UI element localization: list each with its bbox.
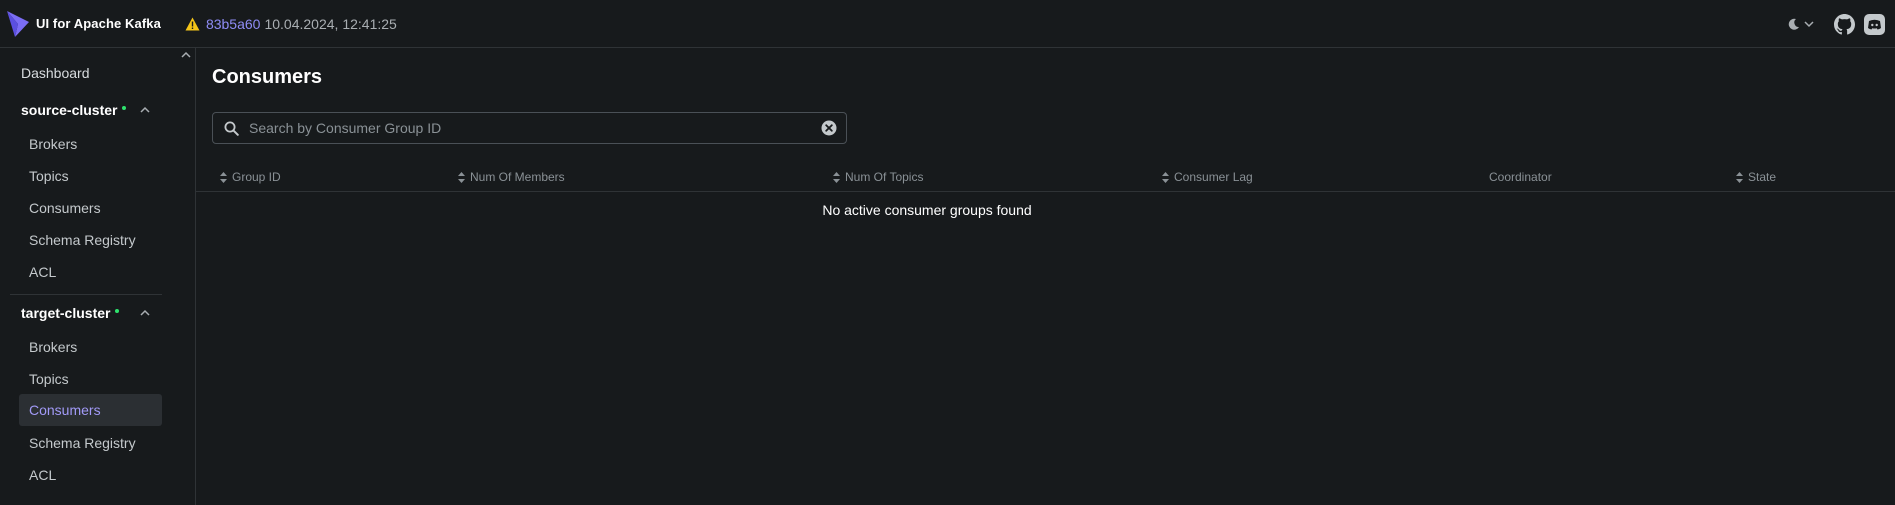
sort-icon (833, 171, 840, 183)
column-label: State (1748, 170, 1777, 184)
sidebar-item-brokers[interactable]: Brokers (19, 128, 162, 160)
version-info: 83b5a60 10.04.2024, 12:41:25 (185, 16, 397, 32)
table-header: Group ID Num Of Members Num Of Topics Co… (196, 168, 1895, 192)
sidebar-item-label: Schema Registry (29, 232, 136, 248)
cluster-name: target-cluster (21, 305, 111, 321)
column-header-num-of-members[interactable]: Num Of Members (458, 170, 565, 184)
search-icon (224, 121, 239, 136)
moon-icon (1788, 18, 1799, 30)
github-icon[interactable] (1834, 13, 1855, 35)
column-header-coordinator: Coordinator (1489, 170, 1552, 184)
column-label: Num Of Topics (845, 170, 924, 184)
column-label: Consumer Lag (1174, 170, 1253, 184)
sidebar-item-label: Consumers (29, 402, 101, 418)
cluster-status-dot (122, 106, 127, 110)
commit-link[interactable]: 83b5a60 (206, 16, 261, 32)
sidebar-item-schema-registry[interactable]: Schema Registry (19, 427, 162, 459)
cluster-header-source[interactable]: source-cluster (21, 94, 162, 126)
theme-toggle[interactable] (1788, 18, 1814, 30)
cluster-status-dot (115, 309, 120, 313)
sidebar-item-acl[interactable]: ACL (19, 459, 162, 491)
sidebar-item-label: Topics (29, 168, 69, 184)
column-label: Num Of Members (470, 170, 565, 184)
warning-icon (185, 17, 200, 30)
app-title: UI for Apache Kafka (36, 16, 161, 31)
sidebar-item-topics[interactable]: Topics (19, 160, 162, 192)
sidebar-divider (10, 294, 162, 295)
main-content: Consumers Group ID Num Of Members Num Of… (196, 48, 1895, 505)
kafka-logo-icon (7, 10, 29, 37)
sidebar-item-schema-registry[interactable]: Schema Registry (19, 224, 162, 256)
column-label: Group ID (232, 170, 281, 184)
column-header-state[interactable]: State (1736, 170, 1776, 184)
sidebar-item-label: ACL (29, 264, 57, 280)
sidebar-item-label: ACL (29, 467, 57, 483)
search-input[interactable] (247, 113, 807, 143)
chevron-up-icon[interactable] (181, 51, 191, 59)
sort-icon (1162, 171, 1169, 183)
sidebar-item-label: Consumers (29, 200, 101, 216)
clear-search-icon[interactable] (821, 120, 837, 136)
column-header-group-id[interactable]: Group ID (220, 170, 281, 184)
chevron-down-icon (1804, 21, 1814, 28)
cluster-name: source-cluster (21, 102, 118, 118)
sidebar-item-brokers[interactable]: Brokers (19, 331, 162, 363)
sidebar-item-label: Brokers (29, 339, 78, 355)
sidebar-item-dashboard[interactable]: Dashboard (21, 65, 90, 81)
sort-icon (220, 171, 227, 183)
sidebar: Dashboard source-cluster Brokers Topics … (0, 48, 196, 505)
sidebar-item-label: Schema Registry (29, 435, 136, 451)
empty-table-message: No active consumer groups found (822, 202, 1032, 218)
search-box (212, 112, 847, 144)
chevron-up-icon (140, 106, 150, 113)
topbar-actions (1788, 0, 1895, 48)
column-label: Coordinator (1489, 170, 1552, 184)
top-bar: UI for Apache Kafka 83b5a60 10.04.2024, … (0, 0, 1895, 48)
sidebar-item-label: Brokers (29, 136, 78, 152)
brand[interactable]: UI for Apache Kafka (0, 0, 161, 48)
column-header-num-of-topics[interactable]: Num Of Topics (833, 170, 923, 184)
cluster-header-target[interactable]: target-cluster (21, 297, 162, 329)
sidebar-item-topics[interactable]: Topics (19, 363, 162, 395)
sidebar-item-consumers[interactable]: Consumers (19, 394, 162, 426)
sidebar-item-label: Topics (29, 371, 69, 387)
page-title: Consumers (212, 66, 323, 88)
sort-icon (1736, 171, 1743, 183)
discord-icon[interactable] (1864, 13, 1885, 35)
column-header-consumer-lag[interactable]: Consumer Lag (1162, 170, 1253, 184)
build-date: 10.04.2024, 12:41:25 (264, 15, 397, 32)
sidebar-item-consumers[interactable]: Consumers (19, 192, 162, 224)
sidebar-item-acl[interactable]: ACL (19, 256, 162, 288)
sort-icon (458, 171, 465, 183)
chevron-up-icon (140, 309, 150, 316)
